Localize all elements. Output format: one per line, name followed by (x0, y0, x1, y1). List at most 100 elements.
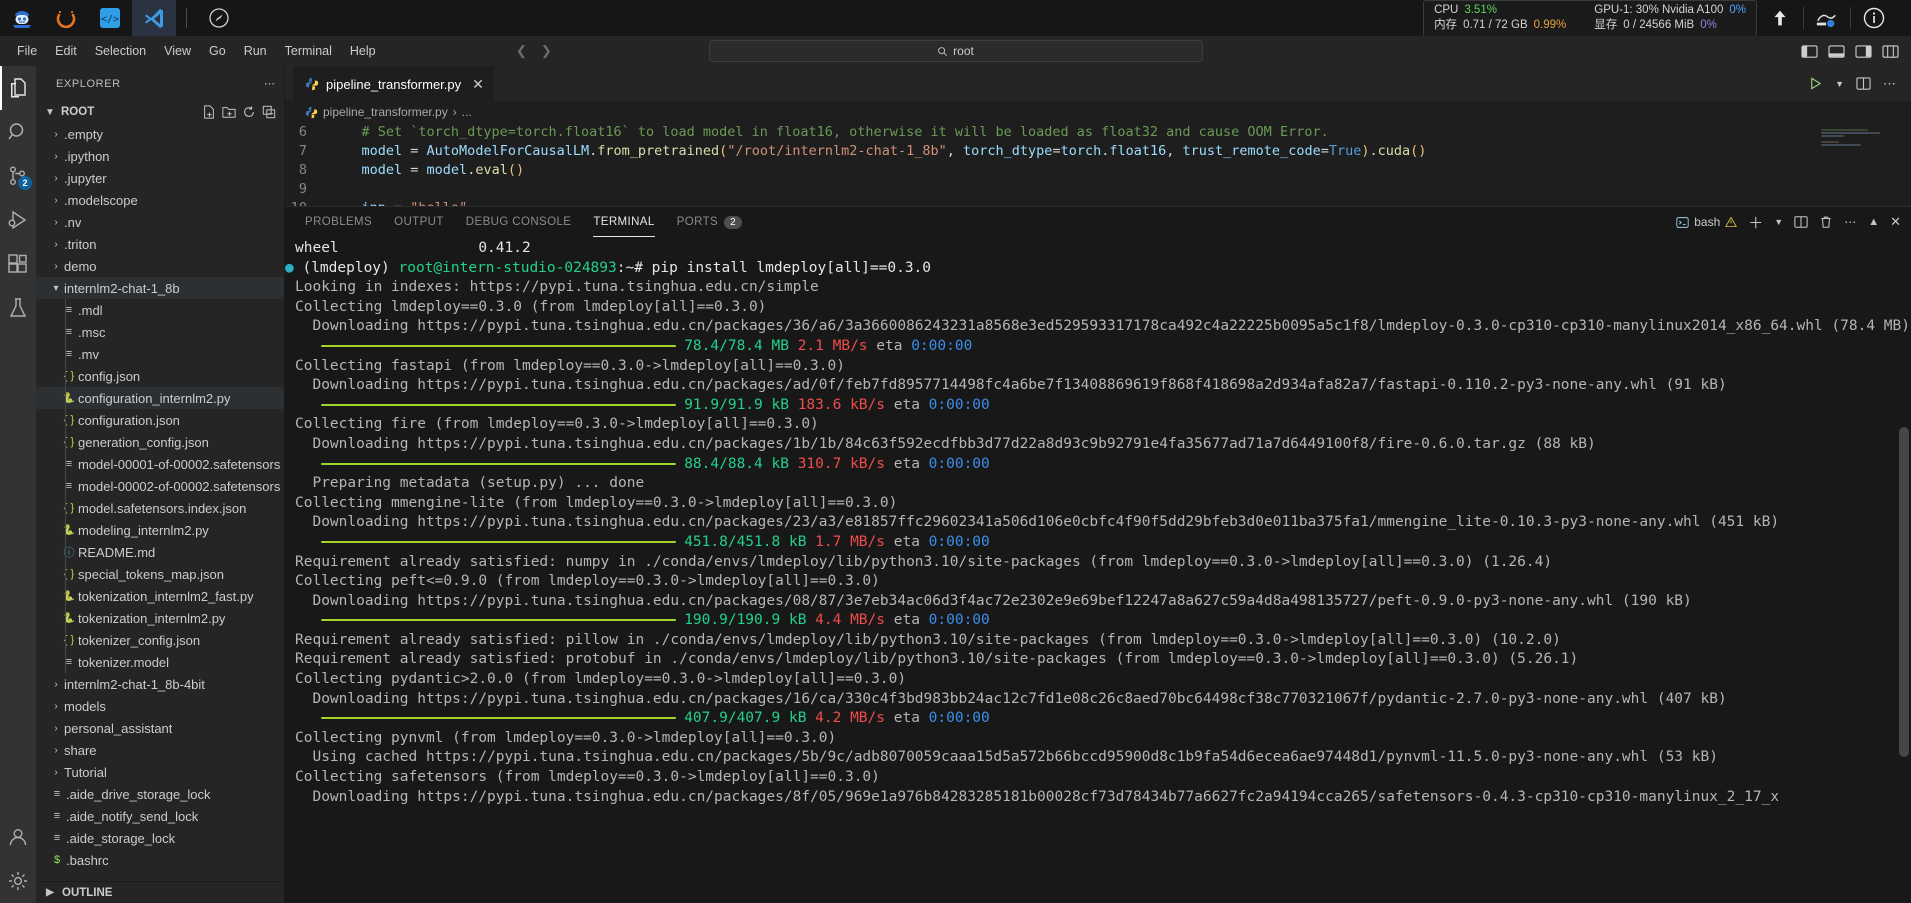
menu-selection[interactable]: Selection (86, 41, 155, 61)
customize-layout-icon[interactable] (1882, 44, 1899, 59)
sidebar-item-search[interactable] (0, 110, 36, 154)
chevron-right-icon[interactable]: › (48, 701, 64, 712)
tree-item-tokenization-internlm2-py[interactable]: 🐍 tokenization_internlm2.py (36, 607, 284, 629)
sidebar-item-extensions[interactable] (0, 242, 36, 286)
tree-item--aide-notify-send-lock[interactable]: ≡ .aide_notify_send_lock (36, 805, 284, 827)
chevron-down-icon[interactable]: ▼ (1835, 79, 1844, 89)
file-tree[interactable]: › .empty › .ipython › .jupyter › .modelscope › .n… (36, 123, 284, 881)
tree-item-model-00001-of-00002-safetensors[interactable]: ≡ model-00001-of-00002.safetensors (36, 453, 284, 475)
sidebar-item-testing[interactable] (0, 286, 36, 330)
breadcrumb-file[interactable]: pipeline_transformer.py (323, 105, 448, 119)
tree-item-config-json[interactable]: { } config.json (36, 365, 284, 387)
chevron-right-icon[interactable]: › (48, 217, 64, 228)
terminal-shell-chip[interactable]: bash (1676, 215, 1738, 229)
host-app-compass[interactable] (197, 0, 241, 36)
tree-item-tokenizer-config-json[interactable]: { } tokenizer_config.json (36, 629, 284, 651)
new-file-icon[interactable] (202, 105, 216, 119)
menu-run[interactable]: Run (235, 41, 276, 61)
split-terminal-icon[interactable] (1794, 215, 1808, 229)
tree-item--mv[interactable]: ≡ .mv (36, 343, 284, 365)
arrow-right-icon[interactable]: ❯ (541, 43, 552, 59)
chevron-down-icon[interactable]: ▾ (48, 283, 64, 294)
tree-item--empty[interactable]: › .empty (36, 123, 284, 145)
info-button[interactable] (1851, 0, 1897, 36)
collapse-all-icon[interactable] (262, 105, 276, 119)
breadcrumb-tail[interactable]: ... (462, 105, 472, 119)
menu-edit[interactable]: Edit (46, 41, 86, 61)
tree-item-configuration-internlm2-py[interactable]: 🐍 configuration_internlm2.py (36, 387, 284, 409)
tree-item-modeling-internlm2-py[interactable]: 🐍 modeling_internlm2.py (36, 519, 284, 541)
terminal-scrollbar[interactable] (1899, 427, 1909, 757)
toggle-secondary-sidebar-icon[interactable] (1855, 44, 1872, 59)
arrow-left-icon[interactable]: ❮ (516, 43, 527, 59)
host-app-intern-logo[interactable] (0, 0, 44, 36)
tab-pipeline-transformer[interactable]: pipeline_transformer.py ✕ (293, 66, 495, 101)
tree-item-model-safetensors-index-json[interactable]: { } model.safetensors.index.json (36, 497, 284, 519)
toggle-panel-icon[interactable] (1828, 44, 1845, 59)
chevron-right-icon[interactable]: › (48, 723, 64, 734)
menu-go[interactable]: Go (200, 41, 235, 61)
sidebar-item-source-control[interactable]: 2 (0, 154, 36, 198)
tree-item--nv[interactable]: › .nv (36, 211, 284, 233)
manage-button[interactable] (0, 859, 36, 903)
kill-terminal-icon[interactable] (1819, 215, 1833, 229)
new-terminal-icon[interactable]: ＋ (1748, 212, 1763, 233)
toggle-primary-sidebar-icon[interactable] (1801, 44, 1818, 59)
tab-debug-console[interactable]: DEBUG CONSOLE (466, 207, 572, 237)
tree-item--modelscope[interactable]: › .modelscope (36, 189, 284, 211)
breadcrumb[interactable]: pipeline_transformer.py › ... (285, 101, 1911, 123)
tab-ports[interactable]: PORTS 2 (677, 207, 743, 237)
host-app-code[interactable]: </> (88, 0, 132, 36)
code-editor[interactable]: 6 # Set `torch_dtype=torch.float16` to l… (285, 123, 1911, 206)
tree-item-tutorial[interactable]: › Tutorial (36, 761, 284, 783)
accounts-button[interactable] (0, 815, 36, 859)
explorer-root-header[interactable]: ▼ ROOT (36, 101, 284, 123)
ellipsis-icon[interactable]: ⋯ (264, 77, 276, 90)
host-app-vscode[interactable] (132, 0, 176, 36)
sidebar-item-run-and-debug[interactable] (0, 198, 36, 242)
tree-item--jupyter[interactable]: › .jupyter (36, 167, 284, 189)
tree-item--mdl[interactable]: ≡ .mdl (36, 299, 284, 321)
menu-terminal[interactable]: Terminal (276, 41, 341, 61)
tree-item--ipython[interactable]: › .ipython (36, 145, 284, 167)
more-actions-icon[interactable]: ⋯ (1844, 215, 1857, 229)
tree-item-tokenizer-model[interactable]: ≡ tokenizer.model (36, 651, 284, 673)
tree-item-generation-config-json[interactable]: { } generation_config.json (36, 431, 284, 453)
menu-help[interactable]: Help (341, 41, 385, 61)
connection-button[interactable] (1804, 0, 1850, 36)
tab-output[interactable]: OUTPUT (394, 207, 444, 237)
sidebar-item-explorer[interactable] (0, 66, 36, 110)
split-editor-icon[interactable] (1856, 76, 1871, 91)
close-icon[interactable]: ✕ (472, 76, 484, 93)
host-app-ring[interactable] (44, 0, 88, 36)
tree-item--msc[interactable]: ≡ .msc (36, 321, 284, 343)
chevron-right-icon[interactable]: › (48, 151, 64, 162)
tree-item--bashrc[interactable]: $ .bashrc (36, 849, 284, 871)
refresh-icon[interactable] (242, 105, 256, 119)
menu-view[interactable]: View (155, 41, 200, 61)
menu-file[interactable]: File (8, 41, 46, 61)
terminal-output[interactable]: wheel 0.41.2 ● (lmdeploy) root@intern-stu… (285, 237, 1911, 903)
tree-item-tokenization-internlm2-fast-py[interactable]: 🐍 tokenization_internlm2_fast.py (36, 585, 284, 607)
upload-button[interactable] (1757, 0, 1803, 36)
chevron-right-icon[interactable]: › (48, 767, 64, 778)
tree-item-readme-md[interactable]: ⓘ README.md (36, 541, 284, 563)
maximize-panel-icon[interactable]: ▲ (1868, 216, 1879, 228)
outline-section-header[interactable]: ▶ OUTLINE (36, 881, 284, 903)
new-folder-icon[interactable] (222, 105, 236, 119)
code-content[interactable]: 6 # Set `torch_dtype=torch.float16` to l… (285, 123, 1911, 206)
tree-item-configuration-json[interactable]: { } configuration.json (36, 409, 284, 431)
tab-terminal[interactable]: TERMINAL (593, 207, 656, 237)
tree-item-models[interactable]: › models (36, 695, 284, 717)
tree-item-personal-assistant[interactable]: › personal_assistant (36, 717, 284, 739)
tree-item--aide-storage-lock[interactable]: ≡ .aide_storage_lock (36, 827, 284, 849)
tree-item-share[interactable]: › share (36, 739, 284, 761)
chevron-right-icon[interactable]: › (48, 745, 64, 756)
tree-item--triton[interactable]: › .triton (36, 233, 284, 255)
chevron-right-icon[interactable]: › (48, 129, 64, 140)
tab-problems[interactable]: PROBLEMS (305, 207, 372, 237)
chevron-down-icon[interactable]: ▼ (1774, 217, 1783, 227)
chevron-right-icon[interactable]: › (48, 239, 64, 250)
run-icon[interactable] (1808, 76, 1823, 91)
close-panel-icon[interactable]: ✕ (1890, 214, 1901, 230)
